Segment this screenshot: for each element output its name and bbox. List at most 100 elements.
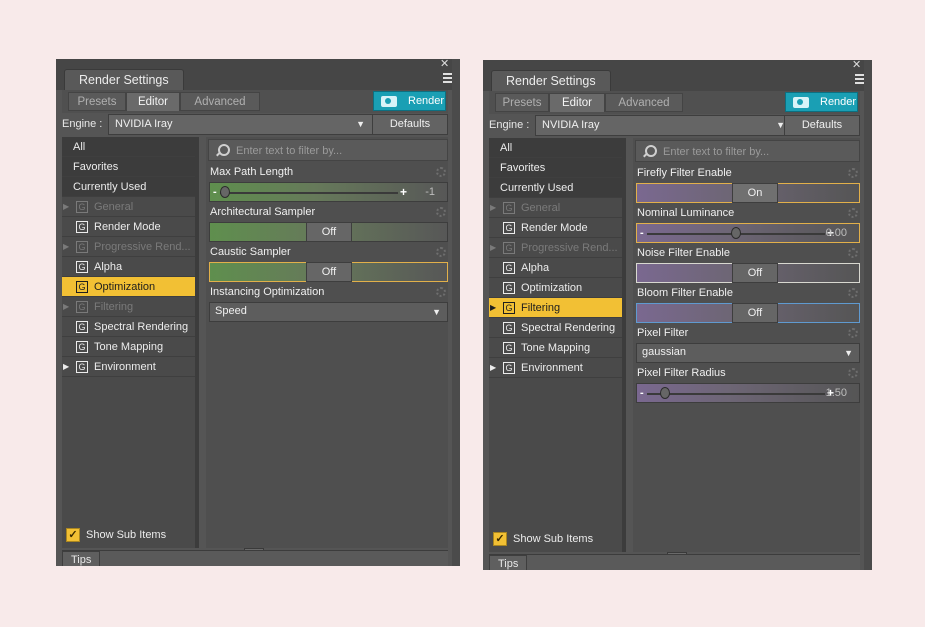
gear-icon[interactable] <box>848 368 858 378</box>
sidebar-item-general[interactable]: ▶ G General <box>489 198 622 218</box>
gear-icon[interactable] <box>848 288 858 298</box>
render-button[interactable]: Render <box>373 91 446 111</box>
render-button[interactable]: Render <box>785 92 858 112</box>
expand-arrow-icon[interactable]: ▶ <box>63 357 69 377</box>
sidebar-item-filtering[interactable]: ▶ G Filtering <box>489 298 622 318</box>
sidebar-item-tone-mapping[interactable]: G Tone Mapping <box>489 338 622 358</box>
show-sub-items-toggle[interactable]: ✓ Show Sub Items <box>493 531 593 547</box>
slider[interactable]: - +0.00 <box>637 224 859 242</box>
minus-icon[interactable]: - <box>213 186 217 198</box>
sidebar-item-alpha[interactable]: G Alpha <box>62 257 195 277</box>
toggle-button[interactable]: Off <box>732 303 778 323</box>
gear-icon[interactable] <box>848 328 858 338</box>
tips-tab[interactable]: Tips <box>62 551 101 566</box>
sidebar-item-all[interactable]: All <box>489 138 622 158</box>
sidebar-item-currently-used[interactable]: Currently Used <box>62 177 195 197</box>
slider[interactable]: - + -1 <box>210 183 447 201</box>
gear-icon[interactable] <box>436 167 446 177</box>
sidebar-item-favorites[interactable]: Favorites <box>489 158 622 178</box>
gear-icon[interactable] <box>848 248 858 258</box>
gear-icon[interactable] <box>436 287 446 297</box>
search-icon[interactable] <box>642 145 657 159</box>
toggle-button[interactable]: Off <box>732 263 778 283</box>
slider-control[interactable]: - +0.00 <box>636 223 860 243</box>
toggle-control[interactable]: Off <box>636 303 860 323</box>
sidebar-item-spectral-rendering[interactable]: G Spectral Rendering <box>62 317 195 337</box>
sidebar-item-tone-mapping[interactable]: G Tone Mapping <box>62 337 195 357</box>
close-icon[interactable]: ✕ <box>440 59 450 70</box>
slider-control[interactable]: - + -1 <box>209 182 448 202</box>
slider-thumb[interactable] <box>220 186 230 198</box>
render-settings-panel-right: Render Settings ✕ Presets Editor Advanced Ren… <box>483 60 872 570</box>
sidebar-item-alpha[interactable]: G Alpha <box>489 258 622 278</box>
sidebar-item-environment[interactable]: ▶ G Environment <box>489 358 622 378</box>
tab-presets[interactable]: Presets <box>495 93 549 112</box>
property-label: Caustic Sampler <box>210 246 291 258</box>
expand-arrow-icon[interactable]: ▶ <box>490 358 496 378</box>
plus-icon[interactable]: + <box>400 185 407 199</box>
side-ruler <box>864 60 872 570</box>
tab-advanced[interactable]: Advanced <box>180 92 260 111</box>
slider-track[interactable] <box>647 393 825 395</box>
expand-arrow-icon[interactable]: ▶ <box>63 197 69 217</box>
tab-editor[interactable]: Editor <box>126 92 180 111</box>
toggle-button[interactable]: Off <box>306 262 352 282</box>
checkbox-checked-icon[interactable]: ✓ <box>493 532 507 546</box>
gear-icon[interactable] <box>436 207 446 217</box>
expand-arrow-icon[interactable]: ▶ <box>490 198 496 218</box>
sidebar-item-render-mode[interactable]: G Render Mode <box>489 218 622 238</box>
slider[interactable]: - +1.50 <box>637 384 859 402</box>
select-control[interactable]: gaussian ▼ <box>636 343 860 363</box>
sidebar-item-all[interactable]: All <box>62 137 195 157</box>
sidebar-item-progressive-rend[interactable]: ▶ G Progressive Rend... <box>489 238 622 258</box>
sidebar-item-currently-used[interactable]: Currently Used <box>489 178 622 198</box>
tab-presets[interactable]: Presets <box>68 92 126 111</box>
toggle-control[interactable]: Off <box>636 263 860 283</box>
expand-arrow-icon[interactable]: ▶ <box>490 238 496 258</box>
slider-track[interactable] <box>220 192 398 194</box>
sidebar-item-environment[interactable]: ▶ G Environment <box>62 357 195 377</box>
slider-thumb[interactable] <box>660 387 670 399</box>
defaults-button[interactable]: Defaults <box>784 115 860 136</box>
minus-icon[interactable]: - <box>640 227 644 239</box>
sidebar-item-general[interactable]: ▶ G General <box>62 197 195 217</box>
engine-select[interactable]: NVIDIA Iray ▼ <box>108 114 374 135</box>
property-instancing-optimization: Instancing Optimization Speed ▼ <box>208 285 448 323</box>
slider-control[interactable]: - +1.50 <box>636 383 860 403</box>
slider-value[interactable]: 1.50 <box>826 387 847 399</box>
close-icon[interactable]: ✕ <box>852 60 862 71</box>
toggle-button[interactable]: Off <box>306 222 352 242</box>
expand-arrow-icon[interactable]: ▶ <box>63 237 69 257</box>
show-sub-items-toggle[interactable]: ✓ Show Sub Items <box>66 527 166 543</box>
tab-advanced[interactable]: Advanced <box>605 93 683 112</box>
filter-input[interactable] <box>663 144 855 159</box>
checkbox-checked-icon[interactable]: ✓ <box>66 528 80 542</box>
toggle-control[interactable]: Off <box>209 262 448 282</box>
sidebar-item-spectral-rendering[interactable]: G Spectral Rendering <box>489 318 622 338</box>
select-control[interactable]: Speed ▼ <box>209 302 448 322</box>
sidebar-item-optimization[interactable]: G Optimization <box>62 277 195 297</box>
slider-value[interactable]: -1 <box>425 186 435 198</box>
sidebar-item-optimization[interactable]: G Optimization <box>489 278 622 298</box>
sidebar-item-favorites[interactable]: Favorites <box>62 157 195 177</box>
gear-icon[interactable] <box>436 247 446 257</box>
toggle-control[interactable]: On <box>636 183 860 203</box>
minus-icon[interactable]: - <box>640 387 644 399</box>
search-icon[interactable] <box>215 144 230 158</box>
toggle-control[interactable]: Off <box>209 222 448 242</box>
gear-icon[interactable] <box>848 208 858 218</box>
slider-value[interactable]: 0.00 <box>826 227 847 239</box>
expand-arrow-icon[interactable]: ▶ <box>63 297 69 317</box>
sidebar-item-render-mode[interactable]: G Render Mode <box>62 217 195 237</box>
slider-thumb[interactable] <box>731 227 741 239</box>
tab-editor[interactable]: Editor <box>549 93 605 112</box>
expand-arrow-icon[interactable]: ▶ <box>490 298 496 318</box>
gear-icon[interactable] <box>848 168 858 178</box>
engine-select[interactable]: NVIDIA Iray ▼ <box>535 115 794 136</box>
sidebar-item-progressive-rend[interactable]: ▶ G Progressive Rend... <box>62 237 195 257</box>
filter-input[interactable] <box>236 143 443 158</box>
tips-tab[interactable]: Tips <box>489 555 528 570</box>
defaults-button[interactable]: Defaults <box>372 114 448 135</box>
toggle-button[interactable]: On <box>732 183 778 203</box>
sidebar-item-filtering[interactable]: ▶ G Filtering <box>62 297 195 317</box>
